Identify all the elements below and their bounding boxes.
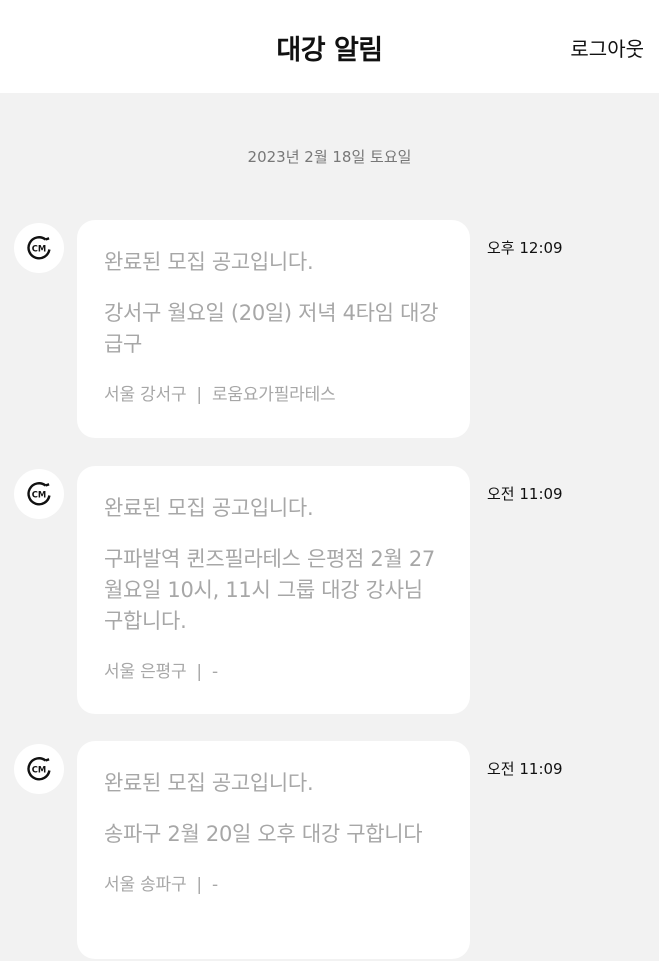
region-label: 서울 강서구 (104, 385, 187, 405)
studio-label: - (211, 662, 218, 682)
avatar: CM (14, 223, 64, 273)
timestamp: 오전 11:09 (487, 485, 563, 503)
svg-text:CM: CM (32, 490, 46, 500)
cm-logo-icon: CM (27, 236, 51, 260)
meta-separator: | (196, 875, 202, 895)
app-header: 대강 알림 로그아웃 (0, 0, 659, 93)
status-text: 완료된 모집 공고입니다. (104, 771, 314, 795)
message-bubble[interactable]: 완료된 모집 공고입니다. 강서구 월요일 (20일) 저녁 4타임 대강 급구… (77, 220, 470, 438)
studio-label: 로움요가필라테스 (211, 385, 336, 405)
cm-logo-icon: CM (27, 757, 51, 781)
date-separator: 2023년 2월 18일 토요일 (247, 148, 412, 166)
page-title: 대강 알림 (276, 35, 383, 66)
meta-separator: | (196, 385, 202, 405)
message-body: 강서구 월요일 (20일) 저녁 4타임 대강 급구 (104, 301, 439, 356)
message-body: 송파구 2월 20일 오후 대강 구합니다 (104, 822, 423, 846)
status-text: 완료된 모집 공고입니다. (104, 496, 314, 520)
cm-logo-icon: CM (27, 482, 51, 506)
studio-label: - (211, 875, 218, 895)
region-label: 서울 송파구 (104, 875, 187, 895)
timestamp: 오후 12:09 (487, 239, 563, 257)
region-label: 서울 은평구 (104, 662, 187, 682)
logout-button[interactable]: 로그아웃 (570, 33, 644, 62)
message-meta: 서울 송파구 | - (104, 870, 444, 895)
message-bubble[interactable]: 완료된 모집 공고입니다. 구파발역 퀸즈필라테스 은평점 2월 27 월요일 … (77, 466, 470, 714)
avatar: CM (14, 744, 64, 794)
message-meta: 서울 은평구 | - (104, 657, 444, 682)
svg-text:CM: CM (32, 765, 46, 775)
message-meta: 서울 강서구 | 로움요가필라테스 (104, 380, 444, 405)
meta-separator: | (196, 662, 202, 682)
message-body: 구파발역 퀸즈필라테스 은평점 2월 27 월요일 10시, 11시 그룹 대강… (104, 547, 435, 633)
svg-text:CM: CM (32, 244, 46, 254)
timestamp: 오전 11:09 (487, 760, 563, 778)
avatar: CM (14, 469, 64, 519)
status-text: 완료된 모집 공고입니다. (104, 250, 314, 274)
message-bubble[interactable]: 완료된 모집 공고입니다. 송파구 2월 20일 오후 대강 구합니다 서울 송… (77, 741, 470, 959)
